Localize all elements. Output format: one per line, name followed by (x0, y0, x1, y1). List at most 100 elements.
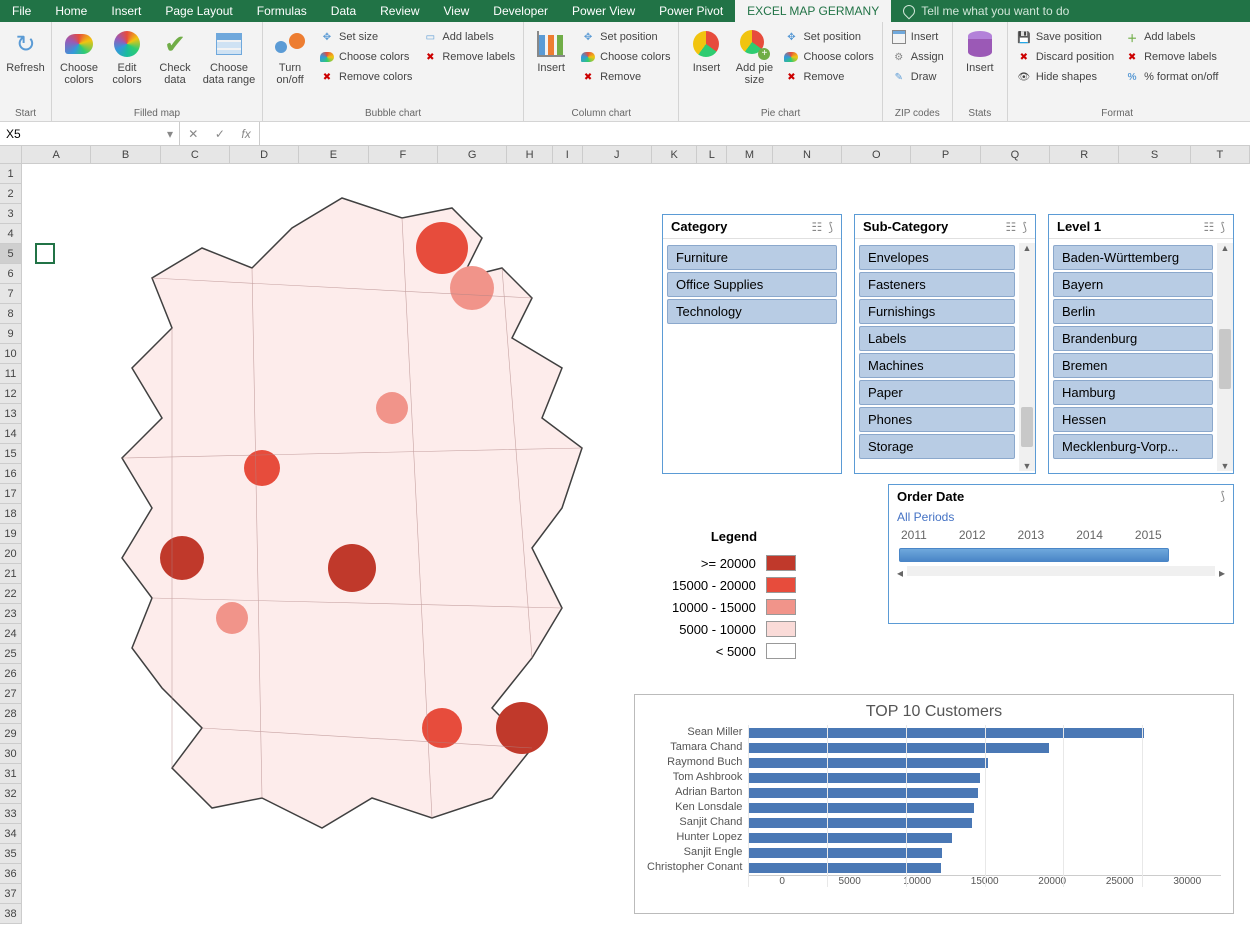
bubble-choose-colors-button[interactable]: Choose colors (315, 48, 416, 66)
row-header-33[interactable]: 33 (0, 804, 22, 824)
multiselect-icon[interactable]: ☷ (1204, 220, 1215, 234)
col-header-L[interactable]: L (697, 146, 727, 164)
tab-excel-map-germany[interactable]: EXCEL MAP GERMANY (735, 0, 891, 22)
tab-review[interactable]: Review (368, 0, 431, 22)
row-header-8[interactable]: 8 (0, 304, 22, 324)
row-header-37[interactable]: 37 (0, 884, 22, 904)
tab-developer[interactable]: Developer (481, 0, 560, 22)
slicer-item-subcategory[interactable]: Envelopes (859, 245, 1015, 270)
column-remove-button[interactable]: Remove (576, 68, 674, 86)
col-header-P[interactable]: P (911, 146, 980, 164)
hide-shapes-button[interactable]: Hide shapes (1012, 68, 1118, 86)
col-header-T[interactable]: T (1191, 146, 1250, 164)
slicer-item-level1[interactable]: Baden-Württemberg (1053, 245, 1213, 270)
discard-position-button[interactable]: Discard position (1012, 48, 1118, 66)
col-header-R[interactable]: R (1050, 146, 1119, 164)
name-box-dropdown-icon[interactable]: ▾ (167, 127, 173, 141)
multiselect-icon[interactable]: ☷ (812, 220, 823, 234)
col-header-D[interactable]: D (230, 146, 299, 164)
name-box[interactable]: X5 ▾ (0, 122, 180, 145)
tab-page-layout[interactable]: Page Layout (153, 0, 244, 22)
col-header-O[interactable]: O (842, 146, 911, 164)
top-customers-chart[interactable]: TOP 10 Customers Sean MillerTamara Chand… (634, 694, 1234, 914)
row-header-13[interactable]: 13 (0, 404, 22, 424)
zip-assign-button[interactable]: Assign (887, 48, 948, 66)
zip-insert-button[interactable]: Insert (887, 28, 948, 46)
formula-input[interactable] (260, 122, 1250, 145)
clear-filter-icon[interactable]: ⟆ (1220, 220, 1225, 234)
col-header-H[interactable]: H (507, 146, 553, 164)
row-header-16[interactable]: 16 (0, 464, 22, 484)
col-header-A[interactable]: A (22, 146, 91, 164)
pie-remove-button[interactable]: Remove (779, 68, 877, 86)
check-data-button[interactable]: Check data (152, 24, 198, 86)
slicer-item-subcategory[interactable]: Furnishings (859, 299, 1015, 324)
bubble-add-labels-button[interactable]: Add labels (418, 28, 519, 46)
slicer-item-level1[interactable]: Berlin (1053, 299, 1213, 324)
timeline-period-link[interactable]: All Periods (889, 508, 1233, 526)
row-header-10[interactable]: 10 (0, 344, 22, 364)
slicer-item-level1[interactable]: Hamburg (1053, 380, 1213, 405)
row-header-7[interactable]: 7 (0, 284, 22, 304)
row-header-35[interactable]: 35 (0, 844, 22, 864)
col-header-G[interactable]: G (438, 146, 507, 164)
row-header-5[interactable]: 5 (0, 244, 22, 264)
row-header-29[interactable]: 29 (0, 724, 22, 744)
tab-view[interactable]: View (432, 0, 482, 22)
row-header-23[interactable]: 23 (0, 604, 22, 624)
tab-home[interactable]: Home (43, 0, 99, 22)
bubble-toggle-button[interactable]: Turn on/off (267, 24, 313, 86)
row-header-38[interactable]: 38 (0, 904, 22, 924)
col-header-Q[interactable]: Q (981, 146, 1050, 164)
fx-icon[interactable]: fx (241, 127, 250, 141)
slicer-scrollbar[interactable]: ▲▼ (1217, 243, 1233, 471)
row-header-12[interactable]: 12 (0, 384, 22, 404)
slicer-item-category[interactable]: Technology (667, 299, 837, 324)
row-header-6[interactable]: 6 (0, 264, 22, 284)
multiselect-icon[interactable]: ☷ (1006, 220, 1017, 234)
row-header-15[interactable]: 15 (0, 444, 22, 464)
scroll-down-icon[interactable]: ▼ (1221, 461, 1230, 471)
slicer-item-level1[interactable]: Bayern (1053, 272, 1213, 297)
tell-me[interactable]: Tell me what you want to do (891, 0, 1081, 22)
choose-colors-button[interactable]: Choose colors (56, 24, 102, 86)
tab-data[interactable]: Data (319, 0, 368, 22)
row-header-22[interactable]: 22 (0, 584, 22, 604)
slicer-item-level1[interactable]: Brandenburg (1053, 326, 1213, 351)
slicer-item-subcategory[interactable]: Labels (859, 326, 1015, 351)
row-header-2[interactable]: 2 (0, 184, 22, 204)
refresh-button[interactable]: Refresh (3, 24, 49, 74)
clear-filter-icon[interactable]: ⟆ (1022, 220, 1027, 234)
worksheet-area[interactable]: Legend >= 2000015000 - 2000010000 - 1500… (22, 164, 1250, 925)
scroll-up-icon[interactable]: ▲ (1221, 243, 1230, 253)
row-header-21[interactable]: 21 (0, 564, 22, 584)
slicer-item-subcategory[interactable]: Machines (859, 353, 1015, 378)
slicer-item-subcategory[interactable]: Storage (859, 434, 1015, 459)
choose-data-range-button[interactable]: Choose data range (200, 24, 258, 86)
row-header-4[interactable]: 4 (0, 224, 22, 244)
row-header-19[interactable]: 19 (0, 524, 22, 544)
slicer-item-level1[interactable]: Mecklenburg-Vorp... (1053, 434, 1213, 459)
row-header-36[interactable]: 36 (0, 864, 22, 884)
scroll-up-icon[interactable]: ▲ (1023, 243, 1032, 253)
format-add-labels-button[interactable]: Add labels (1120, 28, 1222, 46)
timeline-track[interactable] (899, 548, 1169, 562)
save-position-button[interactable]: Save position (1012, 28, 1118, 46)
col-header-I[interactable]: I (553, 146, 583, 164)
row-header-3[interactable]: 3 (0, 204, 22, 224)
edit-colors-button[interactable]: Edit colors (104, 24, 150, 86)
scroll-down-icon[interactable]: ▼ (1023, 461, 1032, 471)
row-header-30[interactable]: 30 (0, 744, 22, 764)
col-header-K[interactable]: K (652, 146, 698, 164)
column-choose-colors-button[interactable]: Choose colors (576, 48, 674, 66)
row-header-11[interactable]: 11 (0, 364, 22, 384)
slicer-item-level1[interactable]: Bremen (1053, 353, 1213, 378)
pie-set-position-button[interactable]: Set position (779, 28, 877, 46)
tab-power-pivot[interactable]: Power Pivot (647, 0, 735, 22)
set-size-button[interactable]: Set size (315, 28, 416, 46)
row-header-14[interactable]: 14 (0, 424, 22, 444)
stats-insert-button[interactable]: Insert (957, 24, 1003, 74)
pct-format-button[interactable]: % format on/off (1120, 68, 1222, 86)
timeline-scrollbar[interactable]: ◂▸ (889, 566, 1233, 584)
slicer-item-subcategory[interactable]: Fasteners (859, 272, 1015, 297)
